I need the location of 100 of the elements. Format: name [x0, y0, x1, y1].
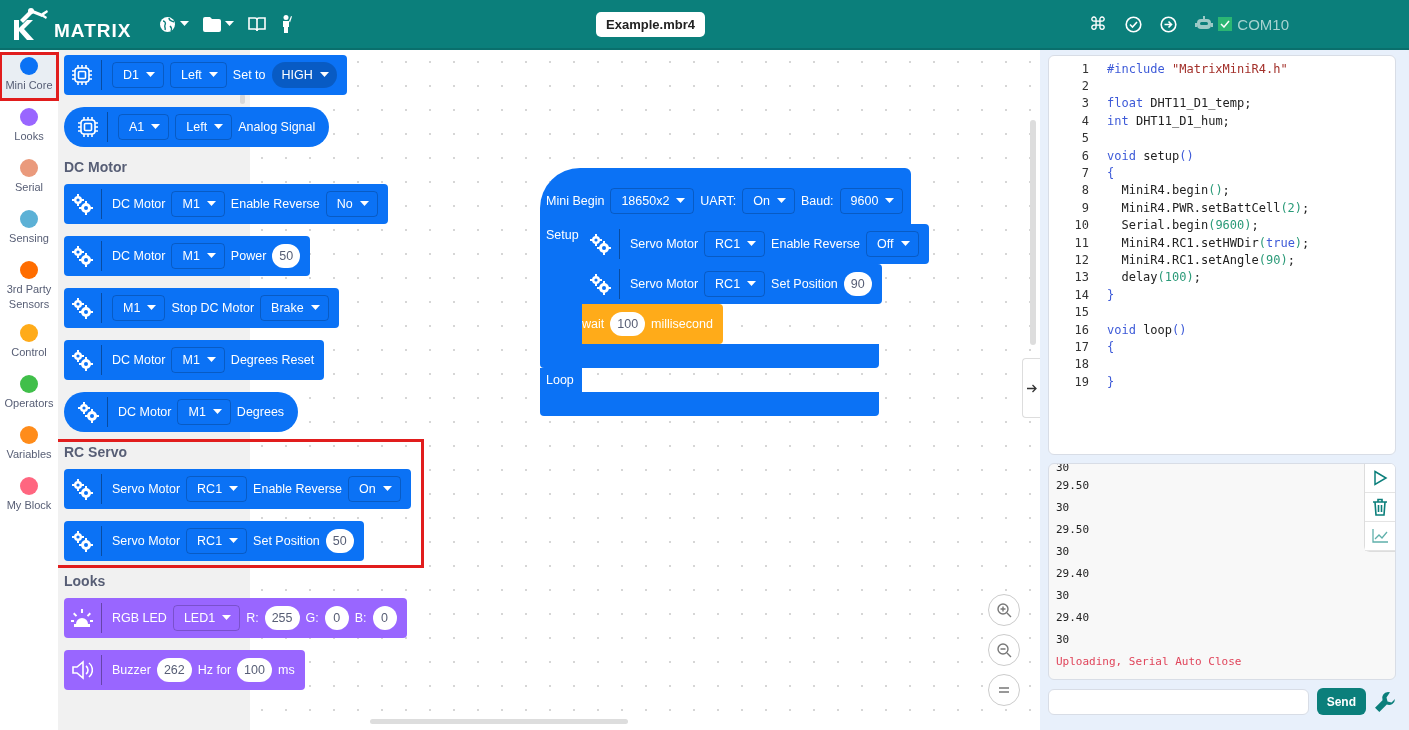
category-item[interactable]: Control [0, 319, 58, 367]
number-input[interactable]: 100 [610, 312, 646, 336]
code-editor[interactable] [1048, 55, 1396, 455]
command-block[interactable]: M1 Stop DC Motor Brake [64, 288, 339, 328]
reporter-block[interactable]: DC Motor M1 Degrees [64, 392, 299, 432]
block-dropdown[interactable]: M1 [171, 243, 225, 269]
arrow-circle-icon[interactable] [1160, 15, 1178, 33]
caret-icon [747, 241, 757, 247]
command-block[interactable]: Servo Motor RC1 Enable Reverse On [64, 469, 411, 509]
block-label: Enable Reverse [771, 237, 861, 251]
number-input[interactable]: 100 [237, 658, 272, 682]
block-dropdown[interactable]: RC1 [704, 271, 766, 297]
block-dropdown[interactable]: D1 [112, 62, 164, 88]
block-dropdown[interactable]: No [325, 191, 378, 217]
command-block[interactable]: DC Motor M1 Enable Reverse No [64, 184, 388, 224]
line-number: 6 [1080, 148, 1090, 163]
command-block[interactable]: DC Motor M1 Power 50 [64, 236, 311, 276]
category-item[interactable]: Mini Core [0, 53, 58, 100]
block-dropdown[interactable]: 9600 [839, 188, 904, 214]
block-dropdown[interactable]: HIGH [271, 62, 337, 88]
gears-icon [71, 478, 93, 500]
serial-output-line: 30 [1056, 499, 1071, 516]
number-input[interactable]: 262 [156, 658, 192, 682]
block-dropdown[interactable]: Left [175, 114, 233, 140]
zoom-out-button[interactable] [988, 634, 1020, 666]
category-item[interactable]: My Block [0, 472, 58, 520]
command-block[interactable]: wait 100 millisecond [582, 304, 723, 344]
zoom-in-button[interactable] [988, 594, 1020, 626]
number-input[interactable]: 0 [372, 606, 397, 630]
block-dropdown[interactable]: 18650x2 [610, 188, 695, 214]
block-dropdown[interactable]: On [348, 476, 401, 502]
caret-icon [885, 198, 895, 204]
category-item[interactable]: Operators [0, 370, 58, 418]
book-icon[interactable] [248, 16, 267, 32]
block-label: Enable Reverse [253, 482, 343, 496]
file-menu-button[interactable] [203, 16, 235, 32]
command-block[interactable]: Servo Motor RC1 Enable Reverse Off [582, 224, 929, 264]
command-block[interactable]: Servo Motor RC1 Set Position 90 [582, 264, 882, 304]
block-label: Analog Signal [238, 120, 316, 134]
check-circle-icon[interactable] [1125, 15, 1143, 33]
category-label: Sensing [8, 231, 50, 246]
category-item[interactable]: Sensing [0, 206, 58, 253]
file-name: Example.mbr4 [596, 11, 705, 37]
line-number: 12 [1073, 253, 1090, 267]
category-item[interactable]: Looks [0, 104, 58, 151]
block-dropdown[interactable]: M1 [112, 295, 166, 321]
zoom-in-icon [996, 602, 1012, 618]
reporter-block[interactable]: A1 Left Analog Signal [64, 107, 330, 147]
caret-icon [146, 72, 155, 78]
block-dropdown[interactable]: M1 [177, 399, 231, 425]
number-input[interactable]: 50 [325, 529, 354, 553]
serial-input-field[interactable] [1048, 688, 1309, 715]
code-line: } [1107, 287, 1115, 302]
language-menu-button[interactable] [159, 15, 190, 33]
block-dropdown[interactable]: M1 [171, 347, 225, 373]
line-number: 16 [1073, 322, 1090, 337]
caret-icon [319, 72, 329, 78]
connection-checkbox[interactable] [1218, 17, 1233, 31]
line-number: 14 [1073, 287, 1090, 302]
number-input[interactable]: 255 [264, 606, 300, 630]
code-line: void loop() [1107, 322, 1187, 337]
block-label: Baud: [800, 194, 834, 208]
caret-icon [776, 198, 786, 204]
line-number: 1 [1080, 61, 1090, 76]
number-input[interactable]: 90 [843, 272, 872, 296]
serial-output-line: 29.50 [1056, 521, 1091, 538]
block-dropdown[interactable]: LED1 [172, 605, 241, 631]
line-number: 17 [1073, 339, 1090, 354]
caret-icon [229, 538, 239, 544]
block-dropdown[interactable]: M1 [171, 191, 225, 217]
block-dropdown[interactable]: RC1 [704, 231, 766, 257]
number-input[interactable]: 50 [272, 244, 301, 268]
block-dropdown[interactable]: RC1 [186, 528, 248, 554]
number-input[interactable]: 0 [324, 606, 349, 630]
wrench-icon[interactable] [1374, 690, 1396, 713]
command-block[interactable]: Buzzer 262 Hz for 100 ms [64, 650, 305, 690]
block-dropdown[interactable]: Left [170, 62, 227, 88]
command-block[interactable]: D1 Left Set to HIGH [64, 55, 347, 95]
caret-icon [180, 21, 190, 27]
play-icon[interactable] [1365, 464, 1395, 493]
block-dropdown[interactable]: RC1 [186, 476, 248, 502]
collapse-panel-button[interactable] [1022, 358, 1040, 418]
person-icon[interactable] [280, 15, 293, 33]
hat-block[interactable]: Mini Begin 18650x2 UART: On Baud: 9600 [540, 168, 912, 224]
command-block[interactable]: Servo Motor RC1 Set Position 50 [64, 521, 364, 561]
category-item[interactable]: Serial [0, 155, 58, 202]
scrollbar[interactable] [1030, 120, 1036, 345]
scrollbar[interactable] [370, 719, 628, 724]
block-dropdown[interactable]: Off [866, 231, 919, 257]
category-item[interactable]: 3rd Party Sensors [0, 257, 58, 316]
block-dropdown[interactable]: On [742, 188, 795, 214]
caret-icon [900, 241, 910, 247]
command-block[interactable]: DC Motor M1 Degrees Reset [64, 340, 325, 380]
zoom-reset-button[interactable] [988, 674, 1020, 706]
block-dropdown[interactable]: Brake [260, 295, 329, 321]
category-item[interactable]: Variables [0, 421, 58, 469]
send-button[interactable]: Send [1316, 688, 1366, 715]
block-dropdown[interactable]: A1 [118, 114, 170, 140]
caret-icon [212, 409, 222, 415]
command-block[interactable]: RGB LED LED1 R: 255 G: 0 B: 0 [64, 598, 407, 638]
